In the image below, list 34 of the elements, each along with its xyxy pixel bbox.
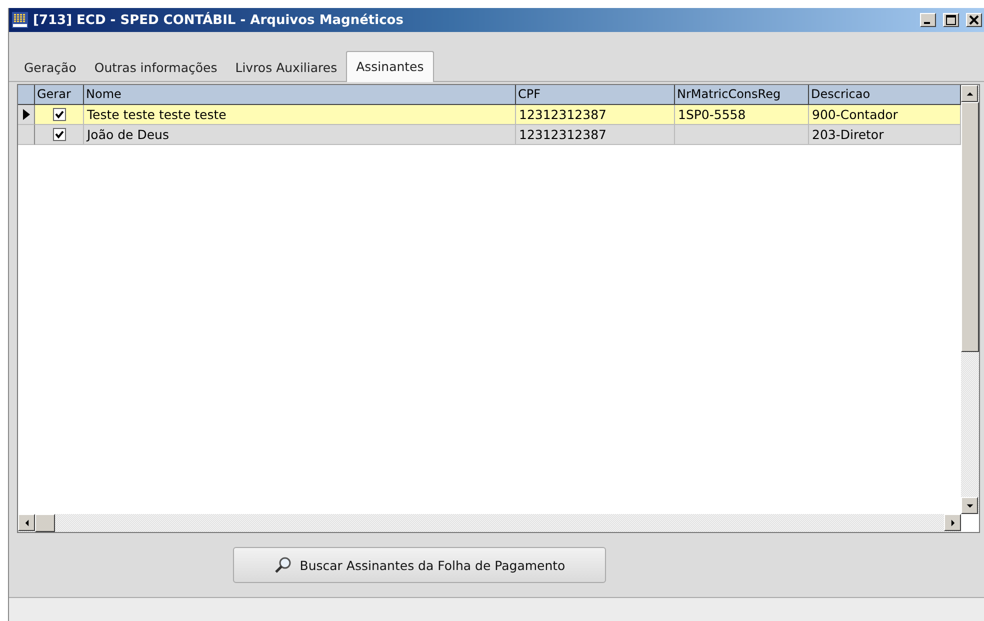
horizontal-scrollbar[interactable] <box>18 514 961 532</box>
table-cell: 1SP0-5558 <box>678 107 746 122</box>
vertical-scrollbar[interactable] <box>961 85 979 514</box>
minimize-icon <box>924 22 930 24</box>
tab[interactable]: Outras informações <box>85 54 226 81</box>
close-icon <box>969 15 979 25</box>
minimize-button[interactable] <box>920 13 936 27</box>
arrow-icon <box>22 518 30 526</box>
arrow-icon <box>966 90 974 98</box>
arrow-icon <box>948 518 956 526</box>
search-payroll-button[interactable]: Buscar Assinantes da Folha de Pagamento <box>233 547 606 583</box>
window-title: [713] ECD - SPED CONTÁBIL - Arquivos Magnéticos <box>33 12 404 28</box>
tab[interactable]: Livros Auxiliares <box>226 54 346 81</box>
arrow-icon <box>966 502 974 510</box>
checkbox[interactable] <box>52 128 66 141</box>
app-logo-icon <box>12 12 28 28</box>
table-cell: João de Deus <box>87 127 169 142</box>
close-button[interactable] <box>966 13 982 27</box>
checkbox[interactable] <box>52 108 66 121</box>
table-cell: 12312312387 <box>519 107 606 122</box>
table-row[interactable]: Teste teste teste teste 12312312387 1SP0-5558 900-Contador <box>18 105 961 125</box>
table-cell: 12312312387 <box>519 127 606 142</box>
tab[interactable]: Assinantes <box>346 51 434 82</box>
table-cell: 203-Diretor <box>812 127 884 142</box>
maximize-button[interactable] <box>943 13 959 27</box>
row-pointer-icon <box>22 109 30 120</box>
search-icon <box>274 556 292 574</box>
scroll-thumb[interactable] <box>35 514 55 532</box>
table-cell: 900-Contador <box>812 107 898 122</box>
tab[interactable]: Geração <box>15 54 86 81</box>
table-row[interactable]: João de Deus 12312312387 203-Diretor <box>18 125 961 145</box>
maximize-icon <box>946 15 956 25</box>
table-cell: Teste teste teste teste <box>87 107 226 122</box>
scroll-thumb[interactable] <box>961 102 979 352</box>
